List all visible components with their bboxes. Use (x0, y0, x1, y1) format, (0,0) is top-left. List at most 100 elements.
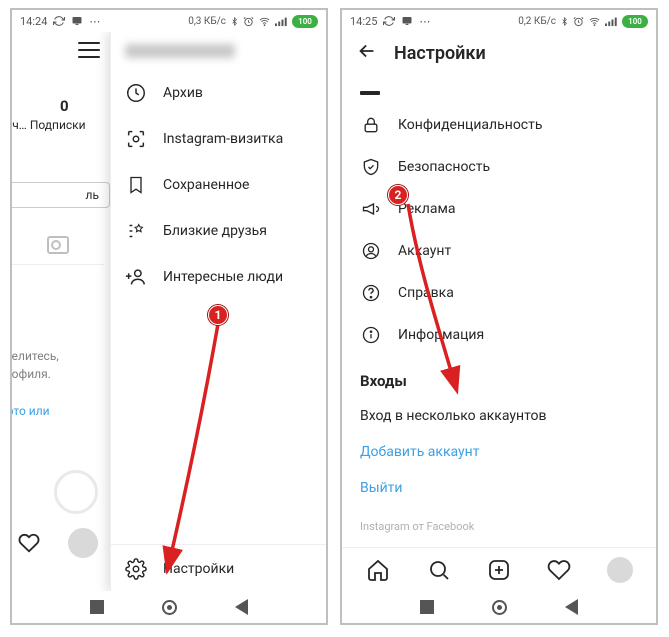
nav-back-icon[interactable] (565, 599, 578, 615)
menu-label: Instagram-визитка (163, 131, 283, 147)
signal-icon (605, 16, 618, 27)
settings-item-account[interactable]: Аккаунт (342, 230, 656, 272)
settings-item-help[interactable]: Справка (342, 272, 656, 314)
nametag-icon (125, 128, 147, 150)
bluetooth-icon (560, 16, 569, 27)
data-speed: 0,2 КБ/с (518, 16, 556, 27)
phone-frame-left: 14:24 ⋯ 0,3 КБ/с 100 0 сч… Подписки ль о… (10, 8, 328, 625)
tab-profile-icon[interactable] (607, 557, 633, 583)
settings-item-privacy[interactable]: Конфиденциальность (342, 104, 656, 146)
menu-item-discover[interactable]: Интересные люди (111, 254, 326, 300)
menu-item-nametag[interactable]: Instagram-визитка (111, 116, 326, 162)
close-friends-icon (125, 220, 147, 242)
info-icon (360, 324, 382, 346)
alarm-icon (573, 16, 584, 27)
menu-item-settings[interactable]: Настройки (111, 544, 326, 591)
nav-back-icon[interactable] (235, 599, 248, 615)
battery-icon: 100 (292, 15, 318, 28)
bottom-tab-bar (342, 547, 656, 591)
tab-search-icon[interactable] (426, 557, 452, 583)
profile-avatar-small[interactable] (68, 528, 98, 558)
settings-item-about[interactable]: Информация (342, 314, 656, 356)
wifi-icon (258, 16, 271, 27)
status-bar: 14:25 ⋯ 0,2 КБ/с 100 (342, 10, 656, 32)
settings-label: Справка (398, 285, 454, 301)
nav-home-icon[interactable] (162, 600, 177, 615)
posts-count: 0 (60, 97, 69, 115)
add-account-link[interactable]: Добавить аккаунт (342, 434, 656, 470)
android-nav-bar (342, 591, 656, 623)
profile-edit-button[interactable]: ль (12, 182, 110, 208)
tab-activity-icon[interactable] (546, 557, 572, 583)
profile-avatar-icon (607, 557, 633, 583)
annotation-badge-2: 2 (388, 185, 408, 205)
chat-icon (71, 15, 83, 27)
bluetooth-icon (230, 16, 239, 27)
settings-label: Настройки (163, 561, 234, 577)
bookmark-icon (125, 174, 147, 196)
settings-title: Настройки (394, 43, 486, 64)
help-icon (360, 282, 382, 304)
menu-item-close-friends[interactable]: Близкие друзья (111, 208, 326, 254)
signal-icon (275, 16, 288, 27)
story-ring (54, 470, 98, 514)
account-icon (360, 240, 382, 262)
settings-label: Реклама (398, 201, 455, 217)
status-bar: 14:24 ⋯ 0,3 КБ/с 100 (12, 10, 326, 32)
chat-icon (401, 15, 413, 27)
status-time: 14:25 (350, 15, 377, 28)
menu-label: Сохраненное (163, 177, 249, 193)
settings-item-security[interactable]: Безопасность (342, 146, 656, 188)
activity-heart-icon[interactable] (18, 532, 40, 554)
settings-label: Информация (398, 327, 484, 343)
left-screen-content: 0 сч… Подписки ль оделитесь, профиля. фо… (12, 32, 326, 591)
nav-recent-icon[interactable] (420, 600, 434, 614)
logout-link[interactable]: Выйти (342, 470, 656, 506)
lock-icon (360, 114, 382, 136)
partial-item (342, 74, 656, 104)
tab-home-icon[interactable] (365, 557, 391, 583)
settings-header: Настройки (342, 32, 656, 74)
discover-people-icon (125, 266, 147, 288)
profile-sliver: 0 сч… Подписки ль оделитесь, профиля. фо… (12, 32, 110, 591)
settings-gear-icon (125, 558, 147, 580)
share-photo-link[interactable]: фото или (12, 404, 50, 418)
settings-label: Безопасность (398, 159, 490, 175)
drawer-username-row[interactable] (111, 32, 326, 70)
username-blurred (125, 44, 235, 58)
sync-icon (383, 15, 395, 27)
multi-account-login[interactable]: Вход в несколько аккаунтов (342, 398, 656, 434)
menu-label: Интересные люди (163, 269, 283, 285)
settings-label: Конфиденциальность (398, 117, 542, 133)
android-nav-bar (12, 591, 326, 623)
menu-item-saved[interactable]: Сохраненное (111, 162, 326, 208)
partial-icon (360, 91, 380, 95)
data-speed: 0,3 КБ/с (188, 16, 226, 27)
shield-icon (360, 156, 382, 178)
megaphone-icon (360, 198, 382, 220)
nav-recent-icon[interactable] (90, 600, 104, 614)
phone-frame-right: 14:25 ⋯ 0,2 КБ/с 100 Настройки (340, 8, 658, 625)
menu-label: Архив (163, 85, 203, 101)
alarm-icon (243, 16, 254, 27)
right-screen-content: Настройки Конфиденциальность Безопасност… (342, 32, 656, 591)
battery-icon: 100 (622, 15, 648, 28)
posts-label: сч… Подписки (12, 118, 110, 132)
status-time: 14:24 (20, 15, 47, 28)
sync-icon (53, 15, 65, 27)
tab-new-post-icon[interactable] (486, 557, 512, 583)
wifi-icon (588, 16, 601, 27)
menu-item-archive[interactable]: Архив (111, 70, 326, 116)
from-facebook-footer: Instagram от Facebook (342, 506, 656, 537)
logins-heading: Входы (342, 356, 656, 398)
menu-label: Близкие друзья (163, 223, 267, 239)
share-text: оделитесь, профиля. (12, 347, 108, 383)
placeholder-image-icon (47, 236, 69, 254)
archive-icon (125, 82, 147, 104)
nav-home-icon[interactable] (492, 600, 507, 615)
annotation-badge-1: 1 (208, 305, 228, 325)
hamburger-icon[interactable] (78, 42, 100, 58)
back-arrow-icon[interactable] (356, 40, 378, 66)
settings-label: Аккаунт (398, 243, 451, 259)
grid-tab[interactable] (12, 225, 104, 265)
